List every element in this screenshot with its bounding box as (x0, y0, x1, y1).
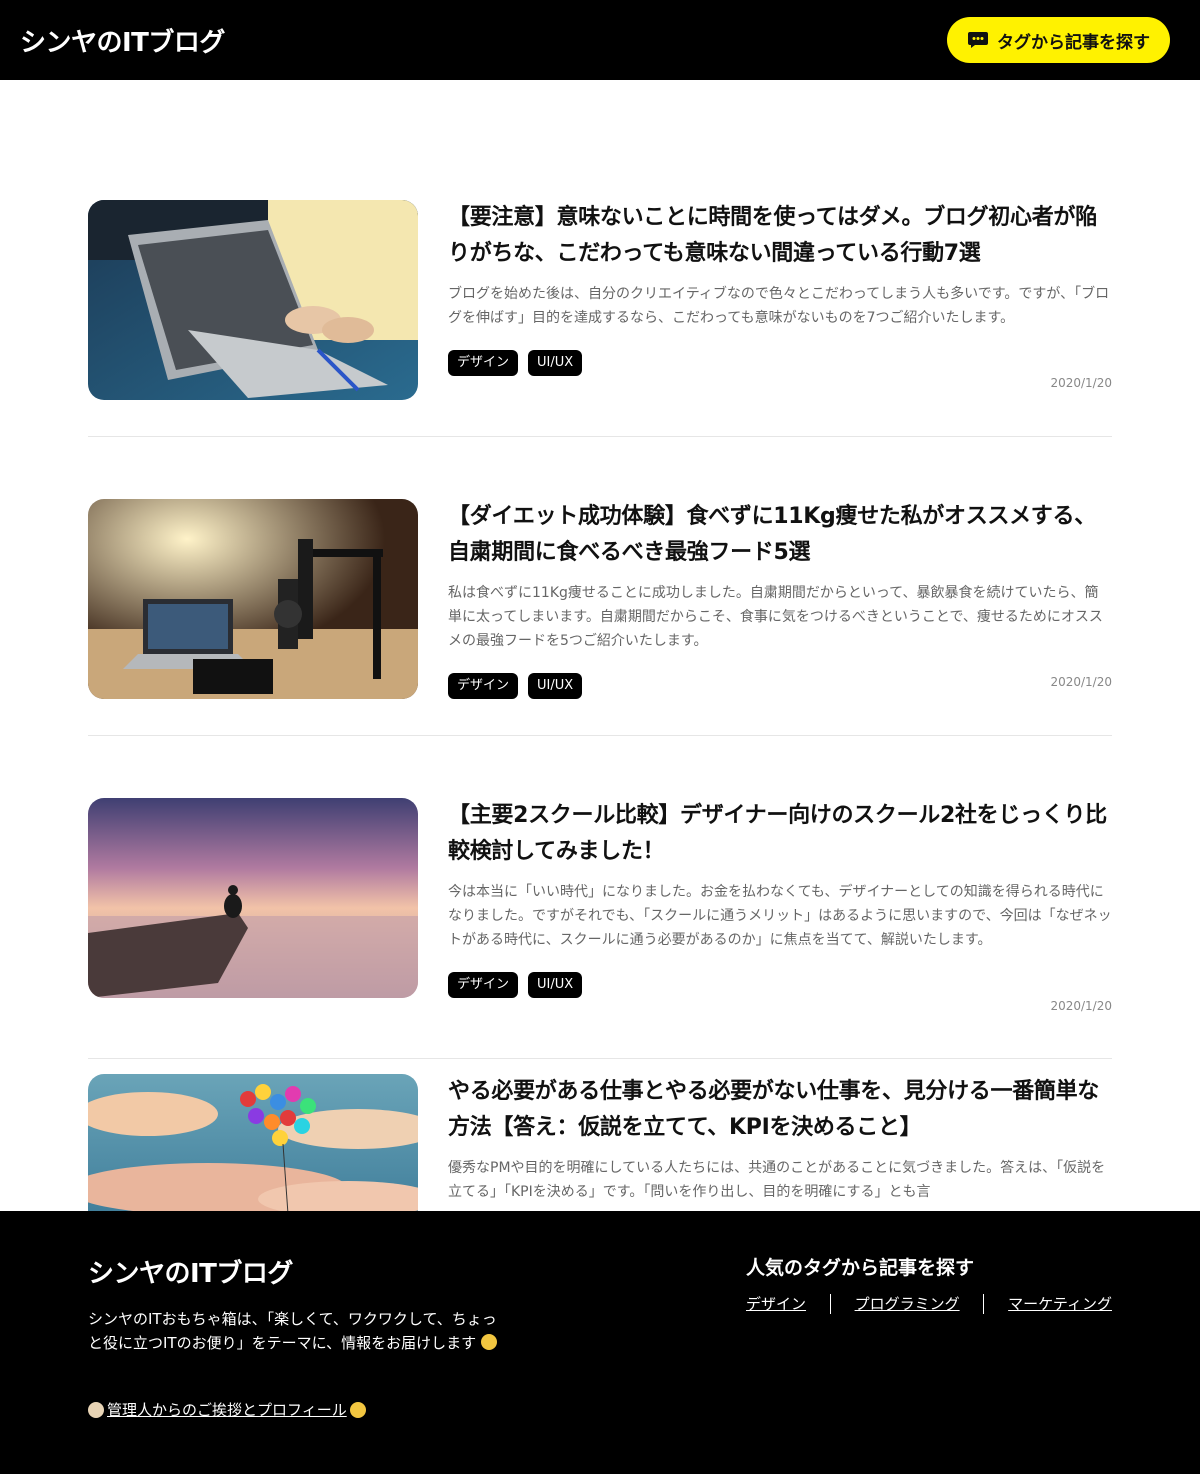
article-list: 【要注意】意味ないことに時間を使ってはダメ。ブログ初心者が陥りがちな、こだわって… (0, 80, 1200, 1211)
article-tags: デザイン UI/UX (448, 972, 1112, 998)
footer-tag-link-programming[interactable]: プログラミング (855, 1293, 960, 1314)
article-excerpt: ブログを始めた後は、自分のクリエイティブなので色々とこだわってしまう人も多いです… (448, 286, 1110, 326)
article-tags: デザイン UI/UX (448, 350, 1112, 376)
article-card[interactable]: やる必要がある仕事とやる必要がない仕事を、見分ける一番簡単な方法【答え：仮説を立… (88, 1074, 1112, 1211)
article-thumbnail-sunset[interactable] (88, 798, 418, 998)
article-excerpt: 優秀なPMや目的を明確にしている人たちには、共通のことがあることに気づきました。… (448, 1160, 1106, 1200)
cat-emoji-icon (349, 1401, 366, 1418)
tag-search-button[interactable]: タグから記事を探す (947, 17, 1170, 63)
tag-chip[interactable]: デザイン (448, 350, 519, 376)
article-card[interactable]: 【要注意】意味ないことに時間を使ってはダメ。ブログ初心者が陥りがちな、こだわって… (88, 200, 1112, 400)
article-date: 2020/1/20 (1050, 999, 1112, 1013)
footer-description: シンヤのITおもちゃ箱は、「楽しくて、ワクワクして、ちょっと役に立つITのお便り… (88, 1307, 498, 1355)
tag-chip[interactable]: UI/UX (528, 673, 583, 699)
site-logo[interactable]: シンヤのITブログ (20, 22, 225, 59)
divider (88, 735, 1112, 736)
article-thumbnail-camera[interactable] (88, 499, 418, 699)
article-excerpt: 私は食べずに11Kg痩せることに成功しました。自粛期間だからといって、暴飲暴食を… (448, 585, 1103, 649)
link-separator (829, 1293, 831, 1314)
article-body: やる必要がある仕事とやる必要がない仕事を、見分ける一番簡単な方法【答え：仮説を立… (448, 1074, 1112, 1211)
chat-bubble-icon (968, 32, 988, 48)
dog-emoji-icon (88, 1401, 104, 1418)
link-separator (983, 1293, 985, 1314)
article-body: 【ダイエット成功体験】食べずに11Kg痩せた私がオススメする、自粛期間に食べるべ… (448, 499, 1112, 699)
tag-chip[interactable]: UI/UX (528, 972, 583, 998)
site-footer: シンヤのITブログ シンヤのITおもちゃ箱は、「楽しくて、ワクワクして、ちょっと… (0, 1211, 1200, 1474)
popular-tag-links: デザイン プログラミング マーケティング (746, 1293, 1112, 1314)
article-card[interactable]: 【主要2スクール比較】デザイナー向けのスクール2社をじっくり比較検討してみました… (88, 798, 1112, 1013)
footer-logo[interactable]: シンヤのITブログ (88, 1253, 293, 1290)
profile-link[interactable]: 管理人からのご挨拶とプロフィール (88, 1399, 366, 1420)
footer-tag-link-marketing[interactable]: マーケティング (1008, 1293, 1112, 1314)
tag-chip[interactable]: UI/UX (528, 350, 583, 376)
article-body: 【主要2スクール比較】デザイナー向けのスクール2社をじっくり比較検討してみました… (448, 798, 1112, 1013)
article-title[interactable]: 【ダイエット成功体験】食べずに11Kg痩せた私がオススメする、自粛期間に食べるべ… (448, 499, 1112, 571)
article-title[interactable]: やる必要がある仕事とやる必要がない仕事を、見分ける一番簡単な方法【答え：仮説を立… (448, 1074, 1112, 1146)
grin-emoji-icon (480, 1334, 497, 1350)
divider (88, 436, 1112, 437)
article-date: 2020/1/20 (1050, 675, 1112, 689)
popular-tags-title: 人気のタグから記事を探す (746, 1257, 975, 1279)
site-header: シンヤのITブログ タグから記事を探す (0, 0, 1200, 80)
article-tags: デザイン UI/UX (448, 673, 1112, 699)
tag-search-label: タグから記事を探す (997, 32, 1150, 53)
article-title[interactable]: 【主要2スクール比較】デザイナー向けのスクール2社をじっくり比較検討してみました… (448, 798, 1112, 870)
article-date: 2020/1/20 (1050, 376, 1112, 390)
article-thumbnail-balloons[interactable] (88, 1074, 418, 1211)
tag-chip[interactable]: デザイン (448, 673, 519, 699)
tag-chip[interactable]: デザイン (448, 972, 519, 998)
divider (88, 1058, 1112, 1059)
profile-link-label: 管理人からのご挨拶とプロフィール (107, 1401, 347, 1419)
article-excerpt: 今は本当に「いい時代」になりました。お金を払わなくても、デザイナーとしての知識を… (448, 884, 1112, 948)
footer-description-text: シンヤのITおもちゃ箱は、「楽しくて、ワクワクして、ちょっと役に立つITのお便り… (88, 1310, 497, 1352)
footer-tag-link-design[interactable]: デザイン (746, 1293, 806, 1314)
article-title[interactable]: 【要注意】意味ないことに時間を使ってはダメ。ブログ初心者が陥りがちな、こだわって… (448, 200, 1112, 272)
article-body: 【要注意】意味ないことに時間を使ってはダメ。ブログ初心者が陥りがちな、こだわって… (448, 200, 1112, 400)
article-card[interactable]: 【ダイエット成功体験】食べずに11Kg痩せた私がオススメする、自粛期間に食べるべ… (88, 499, 1112, 699)
article-thumbnail-laptop[interactable] (88, 200, 418, 400)
